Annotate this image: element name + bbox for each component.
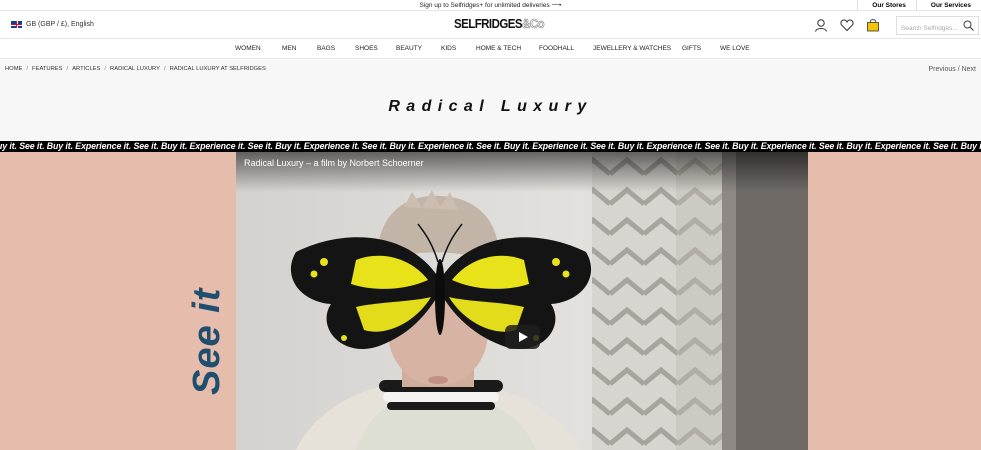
article-header: HOME / FEATURES / ARTICLES / RADICAL LUX… <box>0 60 981 141</box>
video-player[interactable]: Radical Luxury – a film by Norbert Schoe… <box>236 152 808 450</box>
pager-separator: / <box>957 66 960 73</box>
nav-item-jewellery-watches[interactable]: JEWELLERY & WATCHES <box>593 45 671 52</box>
promo-text: Sign up to Selfridges+ for unlimited del… <box>419 2 550 9</box>
marquee-ticker: . Buy it. See it. Buy it. Experience it.… <box>0 141 981 152</box>
video-title: Radical Luxury – a film by Norbert Schoe… <box>244 158 424 168</box>
nav-item-we-love[interactable]: WE LOVE <box>720 45 750 52</box>
breadcrumb-features[interactable]: FEATURES <box>32 66 63 72</box>
locale-selector[interactable]: GB (GBP / £), English <box>11 21 94 28</box>
breadcrumb-separator: / <box>104 66 107 72</box>
breadcrumb: HOME / FEATURES / ARTICLES / RADICAL LUX… <box>5 66 266 72</box>
breadcrumb-home[interactable]: HOME <box>5 66 22 72</box>
hero-side-text: See it <box>186 287 228 395</box>
breadcrumb-radical-luxury[interactable]: RADICAL LUXURY <box>110 66 160 72</box>
nav-item-men[interactable]: MEN <box>282 45 296 52</box>
logo-suffix: &Co <box>521 17 545 32</box>
breadcrumb-separator: / <box>163 66 166 72</box>
search-bar <box>896 16 979 37</box>
next-link[interactable]: Next <box>962 66 976 73</box>
article-pager: Previous / Next <box>929 66 977 73</box>
nav-item-bags[interactable]: BAGS <box>317 45 335 52</box>
nav-item-beauty[interactable]: BEAUTY <box>396 45 422 52</box>
site-header: GB (GBP / £), English SELFRIDGES&Co <box>0 12 981 39</box>
breadcrumb-articles[interactable]: ARTICLES <box>72 66 100 72</box>
breadcrumb-separator: / <box>26 66 29 72</box>
nav-item-foodhall[interactable]: FOODHALL <box>539 45 574 52</box>
promo-bar: Sign up to Selfridges+ for unlimited del… <box>0 0 981 11</box>
search-icon[interactable] <box>963 20 974 31</box>
wishlist-heart-icon[interactable] <box>840 18 854 32</box>
top-links: Our Stores Our Services <box>857 0 981 11</box>
nav-item-gifts[interactable]: GIFTS <box>682 45 701 52</box>
nav-item-kids[interactable]: KIDS <box>441 45 456 52</box>
shopping-bag-icon[interactable] <box>866 18 880 32</box>
flag-icon <box>11 21 22 28</box>
search-input[interactable] <box>897 20 961 37</box>
promo-link[interactable]: Sign up to Selfridges+ for unlimited del… <box>0 1 981 9</box>
main-navigation: WOMEN MEN BAGS SHOES BEAUTY KIDS HOME & … <box>0 40 981 59</box>
nav-item-shoes[interactable]: SHOES <box>355 45 378 52</box>
breadcrumb-separator: / <box>66 66 69 72</box>
locale-label: GB (GBP / £), English <box>26 21 94 28</box>
page-title: Radical Luxury <box>388 98 593 115</box>
video-thumbnail <box>236 152 808 450</box>
previous-link[interactable]: Previous <box>929 66 956 73</box>
breadcrumb-current: RADICAL LUXURY AT SELFRIDGES <box>169 66 266 72</box>
play-icon[interactable] <box>505 325 540 349</box>
logo-main: SELFRIDGES <box>454 17 523 31</box>
ticker-text: . Buy it. See it. Buy it. Experience it.… <box>0 141 981 151</box>
our-services-link[interactable]: Our Services <box>915 0 981 11</box>
nav-item-home-tech[interactable]: HOME & TECH <box>476 45 521 52</box>
account-icon[interactable] <box>814 18 828 32</box>
nav-item-women[interactable]: WOMEN <box>235 45 261 52</box>
site-logo[interactable]: SELFRIDGES&Co <box>454 17 545 32</box>
arrow-right-icon: ⟶ <box>551 2 562 9</box>
our-stores-link[interactable]: Our Stores <box>857 0 916 11</box>
